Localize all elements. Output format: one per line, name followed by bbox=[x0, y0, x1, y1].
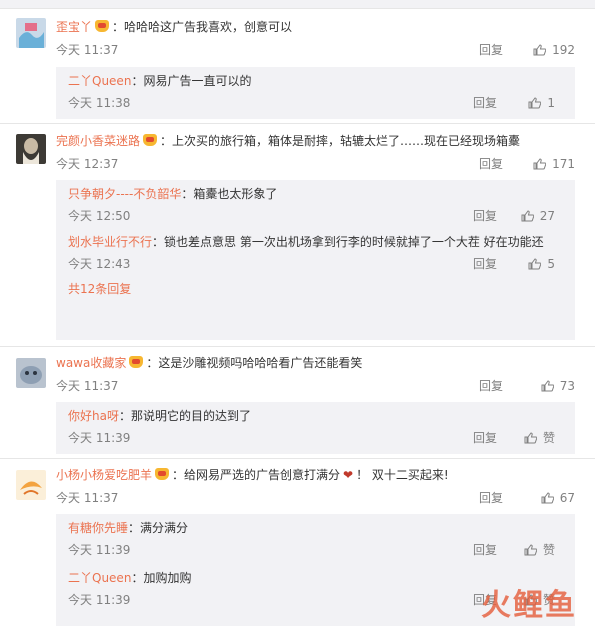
heart-emoji-icon: ❤ bbox=[343, 468, 354, 482]
comment-line: 歪宝丫 ：哈哈哈这广告我喜欢，创意可以 bbox=[56, 20, 293, 34]
username[interactable]: 歪宝丫 bbox=[56, 20, 92, 34]
divider bbox=[0, 458, 595, 459]
timestamp: 今天 12:50 bbox=[68, 209, 131, 223]
reply-text: 加购加购 bbox=[143, 571, 192, 585]
like-button[interactable]: 73 bbox=[541, 376, 575, 396]
reply-text: 箱櫜也太形象了 bbox=[193, 187, 278, 201]
reply-text: 那说明它的目的达到了 bbox=[130, 409, 251, 423]
like-count: 1 bbox=[547, 96, 555, 110]
like-button[interactable]: 67 bbox=[541, 488, 575, 508]
divider bbox=[0, 123, 595, 124]
reply-list: 你好ha呀：那说明它的目的达到了 今天 11:39 回复 赞 bbox=[56, 402, 575, 454]
view-more-replies-link[interactable]: 共12条回复 bbox=[56, 278, 575, 300]
timestamp: 今天 11:37 bbox=[56, 379, 119, 393]
comment-text: 上次买的旅行箱，箱体是耐摔，轱辘太烂了……现在已经现场箱櫜 bbox=[172, 134, 521, 148]
comment-line: wawa收藏家 ：这是沙雕视频吗哈哈哈看广告还能看笑 bbox=[56, 356, 363, 370]
like-button[interactable]: 1 bbox=[528, 93, 555, 113]
timestamp: 今天 11:37 bbox=[56, 43, 119, 57]
like-count: 73 bbox=[559, 379, 575, 393]
like-button[interactable]: 赞 bbox=[524, 428, 555, 448]
thumbs-up-icon bbox=[533, 158, 547, 170]
divider bbox=[0, 346, 595, 347]
timestamp: 今天 11:39 bbox=[68, 593, 131, 607]
comment-line: 小杨小杨爱吃肥羊 ：给网易严选的广告创意打满分 ❤！ 双十二买起来! bbox=[56, 468, 449, 482]
reply-button[interactable]: 回复 bbox=[473, 254, 497, 274]
like-count: 27 bbox=[539, 209, 555, 223]
username[interactable]: 你好ha呀 bbox=[68, 409, 119, 423]
timestamp: 今天 11:39 bbox=[68, 543, 131, 557]
username[interactable]: 划水毕业行不行 bbox=[68, 235, 152, 249]
reply-item: 划水毕业行不行：锁也差点意思 第一次出机场拿到行李的时候就掉了一个大茬 好在功能… bbox=[56, 232, 575, 274]
like-button[interactable]: 171 bbox=[533, 154, 575, 174]
reply-list: 只争朝夕----不负韶华：箱櫜也太形象了 今天 12:50 回复 27 划水毕业… bbox=[56, 180, 575, 340]
timestamp: 今天 12:43 bbox=[68, 257, 131, 271]
like-label: 赞 bbox=[542, 431, 555, 445]
reply-item: 你好ha呀：那说明它的目的达到了 今天 11:39 回复 赞 bbox=[56, 406, 575, 448]
thumbs-up-icon bbox=[528, 258, 542, 270]
vip-badge-icon bbox=[155, 468, 170, 480]
thumbs-up-icon bbox=[521, 210, 534, 222]
vip-badge-icon bbox=[129, 356, 144, 368]
comment-text: 这是沙雕视频吗哈哈哈看广告还能看笑 bbox=[158, 356, 363, 370]
timestamp: 今天 11:39 bbox=[68, 431, 131, 445]
like-button[interactable]: 赞 bbox=[524, 540, 555, 560]
thumbs-up-icon bbox=[541, 380, 554, 392]
like-count: 171 bbox=[552, 157, 575, 171]
like-button[interactable]: 192 bbox=[533, 40, 575, 60]
avatar[interactable] bbox=[16, 18, 46, 48]
like-label: 赞 bbox=[542, 543, 555, 557]
reply-text: 网易广告一直可以的 bbox=[143, 74, 252, 88]
reply-button[interactable]: 回复 bbox=[473, 540, 497, 560]
timestamp: 今天 11:37 bbox=[56, 491, 119, 505]
comment-text: 哈哈哈这广告我喜欢，创意可以 bbox=[124, 20, 293, 34]
avatar[interactable] bbox=[16, 358, 46, 388]
timestamp: 今天 11:38 bbox=[68, 96, 131, 110]
reply-item: 二丫Queen：网易广告一直可以的 今天 11:38 回复 1 bbox=[56, 71, 575, 113]
watermark-logo: 火鲤鱼 bbox=[481, 588, 577, 623]
username[interactable]: 二丫Queen bbox=[68, 74, 131, 88]
vip-badge-icon bbox=[143, 134, 158, 146]
reply-button[interactable]: 回复 bbox=[473, 93, 497, 113]
reply-text: 满分满分 bbox=[140, 521, 189, 535]
username[interactable]: 小杨小杨爱吃肥羊 bbox=[56, 468, 152, 482]
thumbs-up-icon bbox=[533, 44, 547, 56]
like-button[interactable]: 27 bbox=[521, 206, 555, 226]
comment-line: 完颜小香菜迷路 ：上次买的旅行箱，箱体是耐摔，轱辘太烂了……现在已经现场箱櫜 bbox=[56, 134, 521, 148]
avatar[interactable] bbox=[16, 470, 46, 500]
reply-button[interactable]: 回复 bbox=[473, 428, 497, 448]
timestamp: 今天 12:37 bbox=[56, 157, 119, 171]
reply-button[interactable]: 回复 bbox=[479, 376, 503, 396]
like-button[interactable]: 5 bbox=[528, 254, 555, 274]
username[interactable]: 二丫Queen bbox=[68, 571, 131, 585]
vip-badge-icon bbox=[95, 20, 110, 32]
reply-item: 有糖你先睡：满分满分 今天 11:39 回复 赞 bbox=[56, 518, 575, 560]
like-count: 5 bbox=[547, 257, 555, 271]
username[interactable]: wawa收藏家 bbox=[56, 356, 126, 370]
reply-button[interactable]: 回复 bbox=[473, 206, 497, 226]
reply-button[interactable]: 回复 bbox=[479, 488, 503, 508]
thumbs-up-icon bbox=[524, 432, 537, 444]
top-divider bbox=[0, 0, 595, 9]
username[interactable]: 完颜小香菜迷路 bbox=[56, 134, 140, 148]
like-count: 67 bbox=[559, 491, 575, 505]
thumbs-up-icon bbox=[541, 492, 554, 504]
reply-item: 只争朝夕----不负韶华：箱櫜也太形象了 今天 12:50 回复 27 bbox=[56, 184, 575, 226]
username[interactable]: 只争朝夕----不负韶华 bbox=[68, 187, 181, 201]
thumbs-up-icon bbox=[524, 544, 537, 556]
reply-list: 二丫Queen：网易广告一直可以的 今天 11:38 回复 1 bbox=[56, 67, 575, 119]
like-count: 192 bbox=[552, 43, 575, 57]
username[interactable]: 有糖你先睡 bbox=[68, 521, 128, 535]
reply-button[interactable]: 回复 bbox=[479, 40, 503, 60]
comment-text-tail: ！ 双十二买起来! bbox=[356, 468, 449, 482]
reply-button[interactable]: 回复 bbox=[479, 154, 503, 174]
comment-text: 给网易严选的广告创意打满分 bbox=[184, 468, 341, 482]
avatar[interactable] bbox=[16, 134, 46, 164]
thumbs-up-icon bbox=[528, 97, 542, 109]
